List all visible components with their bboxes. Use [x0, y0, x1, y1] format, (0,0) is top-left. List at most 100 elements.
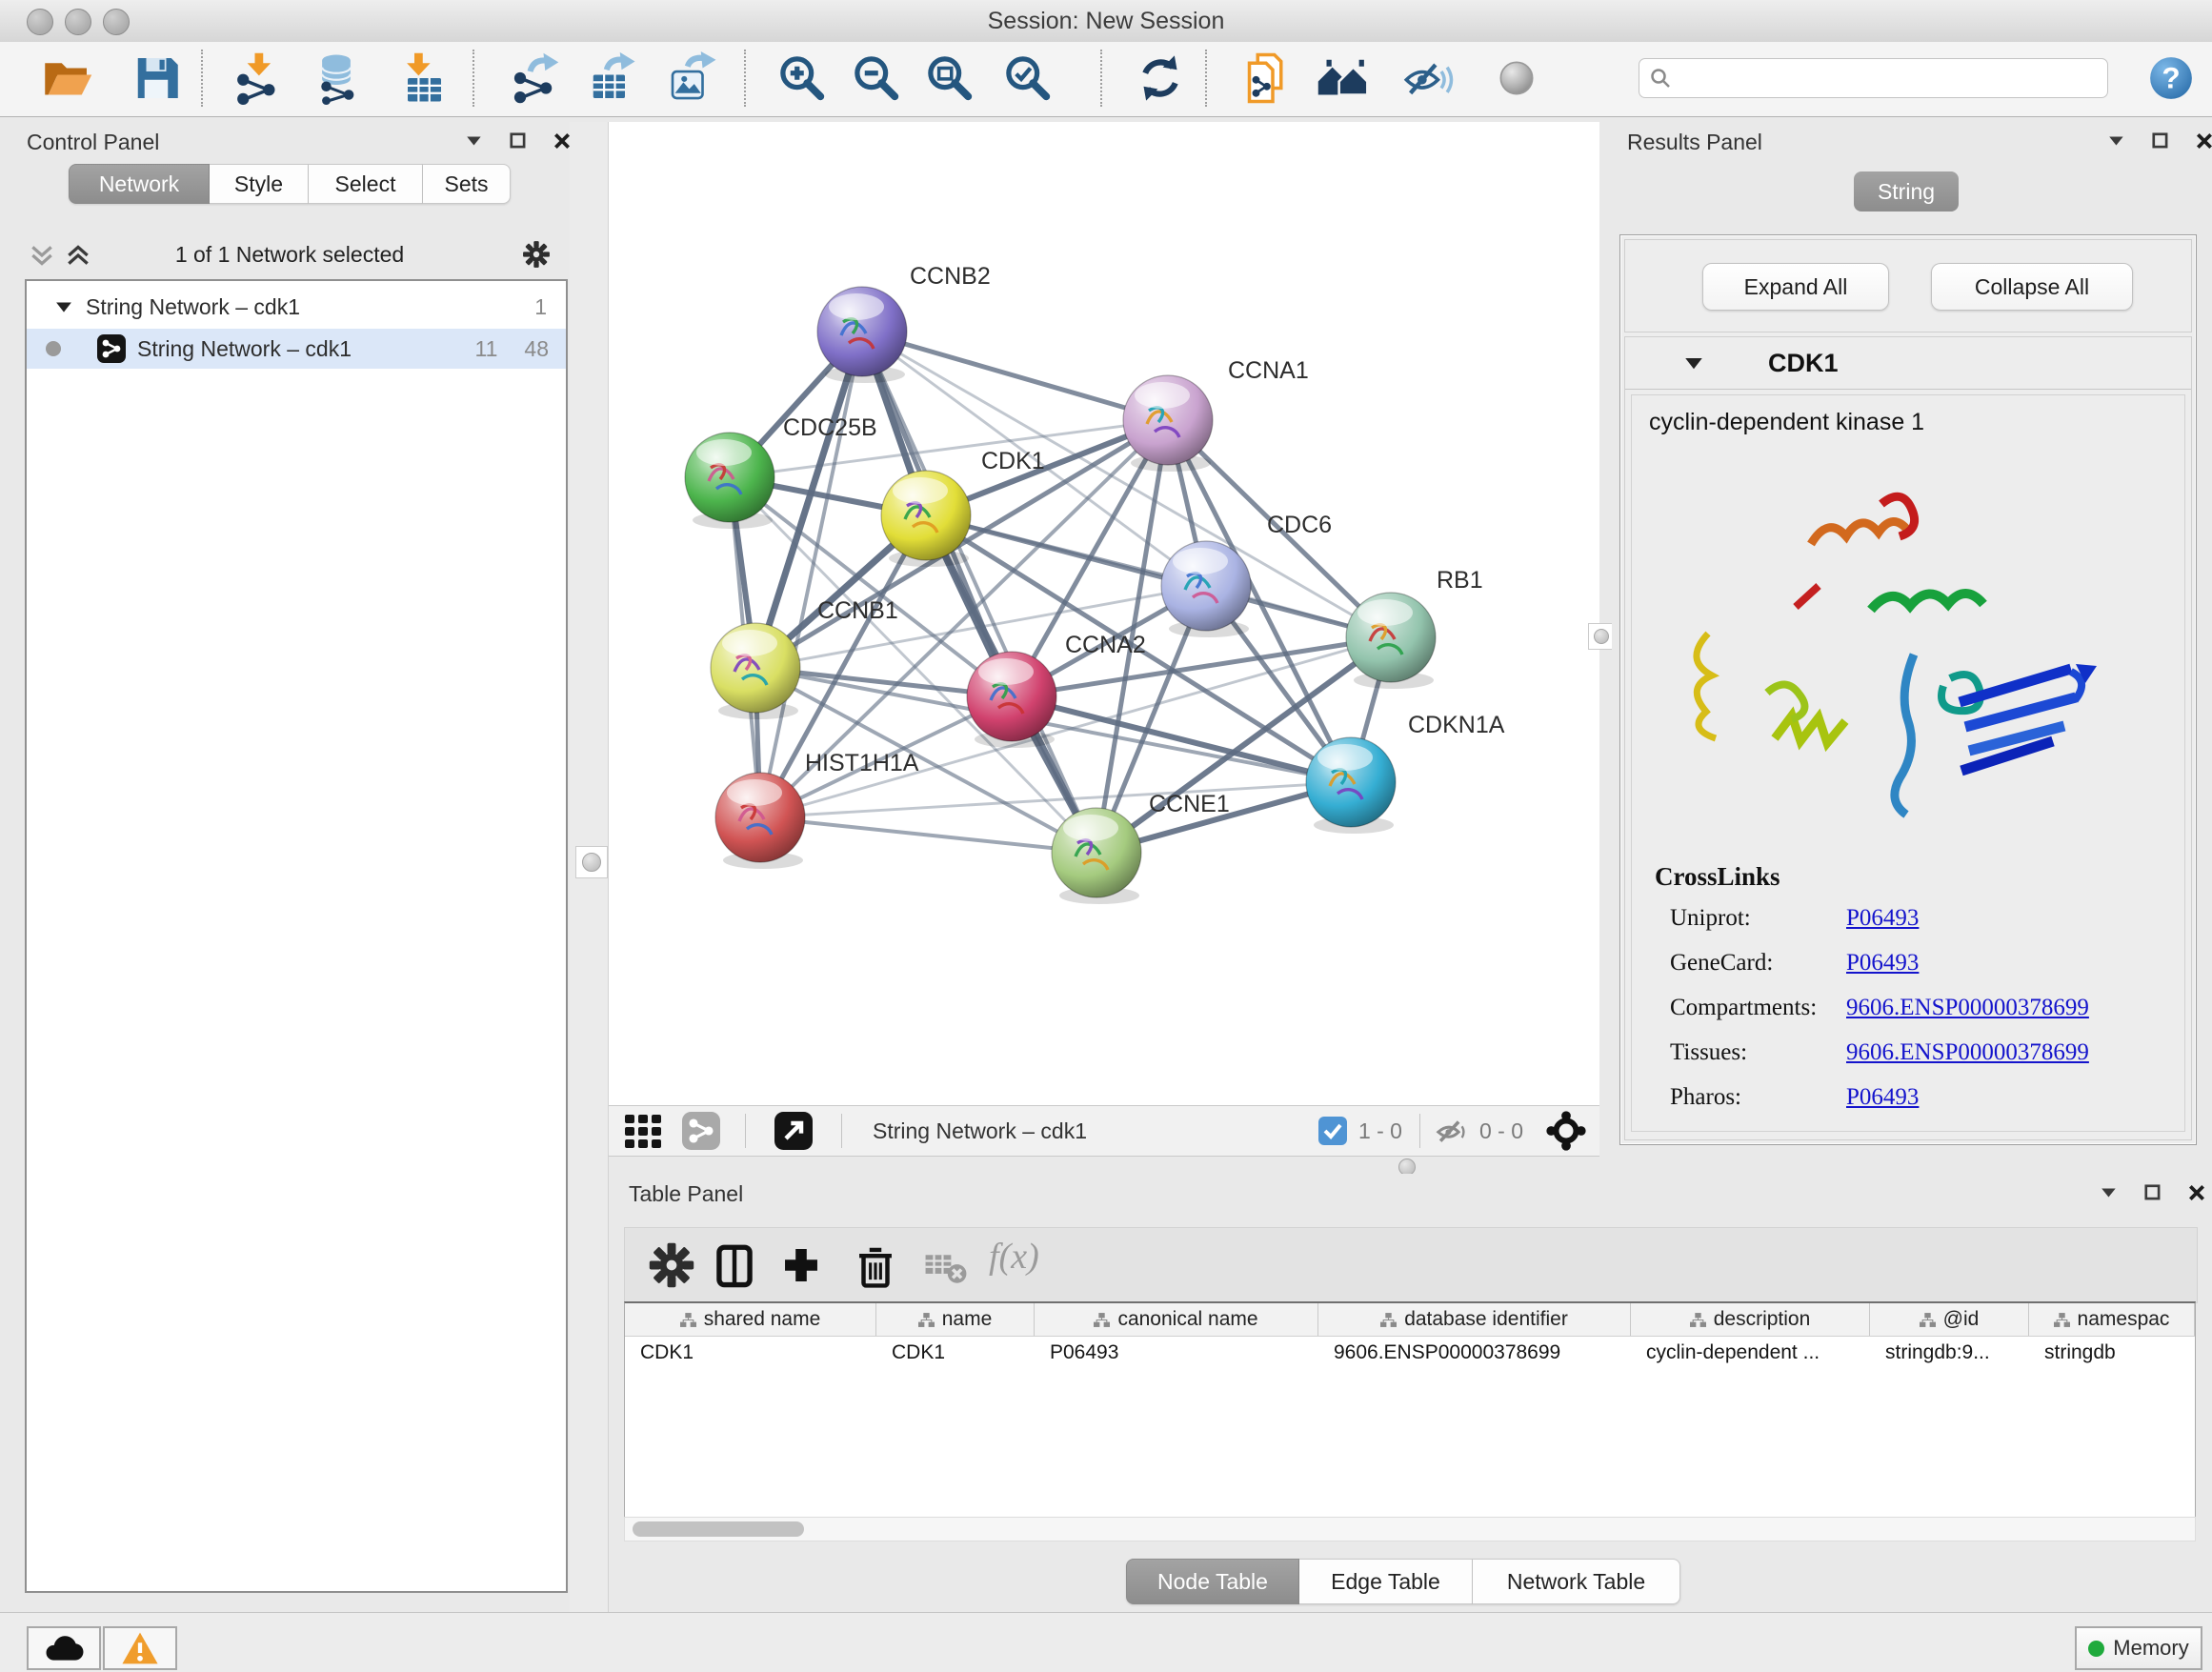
open-in-window-icon[interactable] — [774, 1112, 813, 1150]
crosslink-value-link[interactable]: P06493 — [1846, 1084, 1919, 1111]
table-row[interactable]: CDK1CDK1P064939606.ENSP00000378699cyclin… — [625, 1337, 2195, 1369]
tab-string[interactable]: String — [1854, 171, 1959, 212]
selected-checkbox-icon[interactable] — [1318, 1117, 1347, 1145]
table-tabs: Node Table Edge Table Network Table — [1126, 1559, 1680, 1604]
cdk1-section-header[interactable]: CDK1 — [1625, 337, 2191, 390]
toolbar-separator — [744, 50, 746, 107]
save-session-button[interactable] — [129, 50, 184, 106]
network-view-icon[interactable] — [682, 1112, 720, 1150]
results-panel-title: Results Panel — [1627, 130, 1762, 154]
export-table-button[interactable] — [584, 50, 639, 106]
column-header-canonical-name[interactable]: canonical name — [1035, 1303, 1318, 1336]
export-network-button[interactable] — [506, 50, 561, 106]
appearance-sphere-button[interactable] — [1489, 50, 1544, 106]
birds-eye-move-icon[interactable] — [1546, 1111, 1586, 1151]
table-panel: Table Panel — [617, 1174, 2204, 1612]
tab-node-table[interactable]: Node Table — [1126, 1559, 1299, 1604]
graph-node-CDC6[interactable]: CDC6 — [1161, 512, 1332, 637]
table-cell[interactable]: CDK1 — [625, 1337, 876, 1369]
panel-float-icon[interactable] — [2151, 131, 2170, 151]
right-splitter-handle[interactable] — [1588, 623, 1615, 650]
disclosure-triangle-icon[interactable] — [55, 298, 72, 315]
network-row-selected[interactable]: String Network – cdk1 11 48 — [27, 329, 566, 369]
zoom-out-button[interactable] — [849, 50, 904, 106]
grid-view-icon[interactable] — [623, 1109, 667, 1153]
table-settings-gear-icon[interactable] — [648, 1241, 695, 1289]
crosslink-value-link[interactable]: P06493 — [1846, 905, 1919, 932]
column-header-shared-name[interactable]: shared name — [625, 1303, 876, 1336]
node-table[interactable]: shared namenamecanonical namedatabase id… — [624, 1301, 2196, 1541]
import-network-icon — [231, 51, 285, 105]
tab-style[interactable]: Style — [210, 164, 309, 204]
scrollbar-thumb[interactable] — [633, 1521, 804, 1537]
crosslink-label: Pharos: — [1670, 1084, 1846, 1111]
crosslink-value-link[interactable]: P06493 — [1846, 950, 1919, 977]
search-input[interactable] — [1672, 65, 2107, 91]
panel-close-icon[interactable] — [2195, 131, 2212, 151]
panel-menu-icon[interactable] — [465, 131, 484, 151]
zoom-selected-button[interactable] — [1000, 50, 1056, 106]
table-horizontal-scrollbar[interactable] — [624, 1517, 2196, 1541]
graph-node-CCNB2[interactable]: CCNB2 — [817, 263, 991, 383]
panel-float-icon[interactable] — [509, 131, 528, 151]
panel-close-icon[interactable] — [553, 131, 572, 151]
show-columns-icon[interactable] — [711, 1241, 758, 1289]
crosslink-label: Uniprot: — [1670, 905, 1846, 932]
expand-all-button[interactable]: Expand All — [1702, 263, 1889, 311]
table-cell[interactable]: cyclin-dependent ... — [1631, 1337, 1870, 1369]
table-cell[interactable]: stringdb:9... — [1870, 1337, 2029, 1369]
column-header-name[interactable]: name — [876, 1303, 1035, 1336]
graph-node-CDKN1A[interactable]: CDKN1A — [1306, 712, 1505, 834]
open-session-button[interactable] — [39, 50, 94, 106]
panel-float-icon[interactable] — [2143, 1183, 2162, 1202]
column-header-database-identifier[interactable]: database identifier — [1318, 1303, 1631, 1336]
tab-network[interactable]: Network — [69, 164, 210, 204]
table-cell[interactable]: P06493 — [1035, 1337, 1318, 1369]
import-network-button[interactable] — [231, 50, 286, 106]
network-options-gear-icon[interactable] — [522, 240, 551, 269]
tab-sets[interactable]: Sets — [423, 164, 511, 204]
memory-button[interactable]: Memory — [2075, 1626, 2202, 1670]
column-header-@id[interactable]: @id — [1870, 1303, 2029, 1336]
splitter-handle[interactable] — [575, 846, 608, 878]
hide-visual-properties-button[interactable] — [1400, 50, 1456, 106]
import-table-button[interactable] — [393, 50, 449, 106]
export-image-button[interactable] — [665, 50, 720, 106]
collapse-all-button[interactable]: Collapse All — [1931, 263, 2133, 311]
apply-layout-button[interactable] — [1133, 50, 1188, 106]
refresh-icon — [1134, 51, 1187, 105]
help-icon: ? — [2144, 51, 2198, 105]
delete-column-trash-icon[interactable] — [852, 1241, 899, 1289]
panel-menu-icon[interactable] — [2107, 131, 2126, 151]
network-graph[interactable]: CCNB2CCNA1CDC25BCDK1CDC6RB1CCNB1CCNA2CDK… — [609, 122, 1599, 1105]
tab-network-table[interactable]: Network Table — [1473, 1559, 1680, 1604]
graph-node-CCNA1[interactable]: CCNA1 — [1123, 357, 1309, 472]
table-cell[interactable]: 9606.ENSP00000378699 — [1318, 1337, 1631, 1369]
column-header-namespac[interactable]: namespac — [2029, 1303, 2195, 1336]
graph-node-CCNE1[interactable]: CCNE1 — [1052, 791, 1230, 904]
panel-close-icon[interactable] — [2187, 1183, 2206, 1202]
warnings-button[interactable] — [103, 1626, 177, 1670]
zoom-fit-button[interactable] — [922, 50, 977, 106]
import-network-from-database-button[interactable] — [309, 50, 364, 106]
tab-edge-table[interactable]: Edge Table — [1299, 1559, 1473, 1604]
help-button[interactable]: ? — [2143, 50, 2199, 106]
panel-menu-icon[interactable] — [2100, 1183, 2119, 1202]
network-collection-row[interactable]: String Network – cdk1 1 — [27, 287, 566, 327]
graph-node-RB1[interactable]: RB1 — [1346, 567, 1483, 689]
home-networks-button[interactable] — [1316, 50, 1371, 106]
zoom-in-button[interactable] — [774, 50, 830, 106]
open-folder-icon — [40, 51, 93, 105]
crosslink-value-link[interactable]: 9606.ENSP00000378699 — [1846, 995, 2089, 1021]
tab-select[interactable]: Select — [309, 164, 423, 204]
import-table-icon — [394, 51, 448, 105]
table-cell[interactable]: stringdb — [2029, 1337, 2195, 1369]
crosslink-value-link[interactable]: 9606.ENSP00000378699 — [1846, 1039, 2089, 1066]
add-column-icon[interactable] — [777, 1241, 825, 1289]
table-cell[interactable]: CDK1 — [876, 1337, 1035, 1369]
left-splitter[interactable] — [570, 122, 609, 1612]
clone-network-button[interactable] — [1238, 50, 1294, 106]
cloud-status-button[interactable] — [27, 1626, 101, 1670]
disclosure-triangle-icon[interactable] — [1684, 353, 1703, 373]
column-header-description[interactable]: description — [1631, 1303, 1870, 1336]
